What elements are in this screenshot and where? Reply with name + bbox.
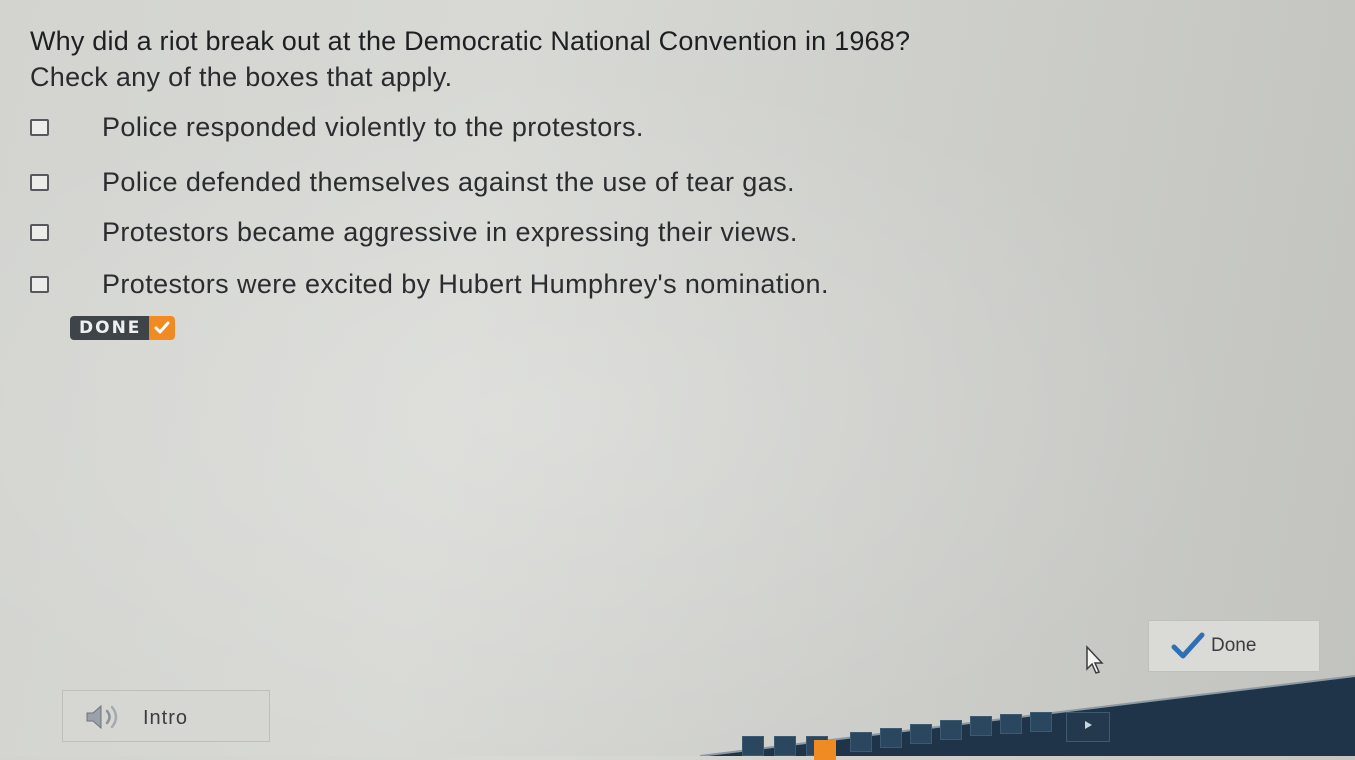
option-label[interactable]: Protestors became aggressive in expressi… (102, 217, 798, 248)
nav-page-marker[interactable] (1030, 712, 1052, 732)
question-text: Why did a riot break out at the Democrat… (30, 26, 911, 56)
nav-page-marker-current[interactable] (814, 740, 836, 760)
nav-page-marker[interactable] (1000, 714, 1022, 734)
instruction-text: Check any of the boxes that apply. (30, 62, 453, 92)
option-checkbox[interactable] (30, 275, 49, 293)
done-button[interactable]: Done (1148, 620, 1320, 672)
option-label[interactable]: Protestors were excited by Hubert Humphr… (102, 269, 829, 300)
mouse-pointer-icon (1085, 645, 1105, 680)
option-label[interactable]: Police defended themselves against the u… (102, 167, 795, 198)
checkmark-icon (1171, 631, 1205, 666)
next-button[interactable] (1066, 712, 1110, 742)
option-item[interactable]: Police defended themselves against the u… (30, 164, 795, 200)
nav-page-marker[interactable] (970, 716, 992, 736)
check-icon (149, 316, 176, 340)
intro-button-label: Intro (143, 707, 189, 729)
option-label[interactable]: Police responded violently to the protes… (102, 112, 644, 143)
nav-page-marker[interactable] (910, 724, 932, 744)
option-item[interactable]: Protestors were excited by Hubert Humphr… (30, 266, 828, 302)
option-checkbox[interactable] (30, 223, 49, 241)
option-item[interactable]: Police responded violently to the protes… (30, 109, 643, 145)
done-button-label: Done (1211, 635, 1257, 656)
nav-page-marker[interactable] (880, 728, 902, 748)
done-badge[interactable]: DONE (70, 316, 176, 340)
option-checkbox[interactable] (30, 173, 49, 191)
nav-page-marker[interactable] (742, 736, 764, 756)
nav-page-marker[interactable] (774, 736, 796, 756)
nav-page-marker[interactable] (940, 720, 962, 740)
option-checkbox[interactable] (30, 118, 49, 136)
play-arrow-icon (1082, 718, 1094, 736)
intro-button[interactable]: Intro (62, 690, 270, 742)
option-item[interactable]: Protestors became aggressive in expressi… (30, 214, 797, 250)
done-badge-label: DONE (70, 316, 150, 340)
speaker-icon (83, 703, 127, 736)
nav-page-marker[interactable] (850, 732, 872, 752)
